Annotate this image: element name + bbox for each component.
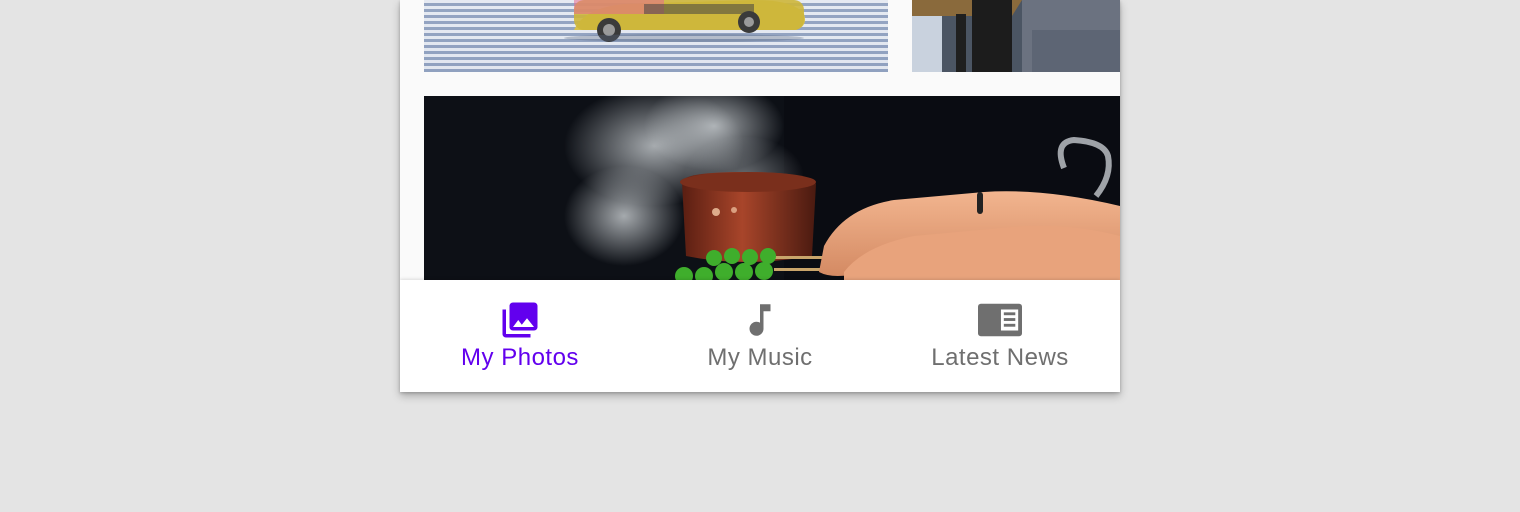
nav-item-my-music[interactable]: My Music	[640, 280, 880, 392]
photo-library-icon	[498, 300, 542, 340]
nav-item-latest-news[interactable]: Latest News	[880, 280, 1120, 392]
nav-label-my-photos: My Photos	[461, 344, 579, 371]
newspaper-icon	[978, 300, 1022, 340]
taxi-crosswalk-photo[interactable]	[424, 0, 888, 72]
steaming-pot-image	[424, 96, 1120, 280]
taxi-crosswalk-image	[424, 0, 888, 72]
street-bench-photo[interactable]	[912, 0, 1120, 72]
bottom-navigation-bar: My Photos My Music Latest News	[400, 280, 1120, 392]
nav-item-my-photos[interactable]: My Photos	[400, 280, 640, 392]
music-note-icon	[738, 300, 782, 340]
app-screen: My Photos My Music Latest News	[400, 0, 1120, 392]
street-bench-image	[912, 0, 1120, 72]
nav-label-my-music: My Music	[707, 344, 813, 371]
nav-label-latest-news: Latest News	[931, 344, 1069, 371]
steaming-pot-photo[interactable]	[424, 96, 1120, 280]
